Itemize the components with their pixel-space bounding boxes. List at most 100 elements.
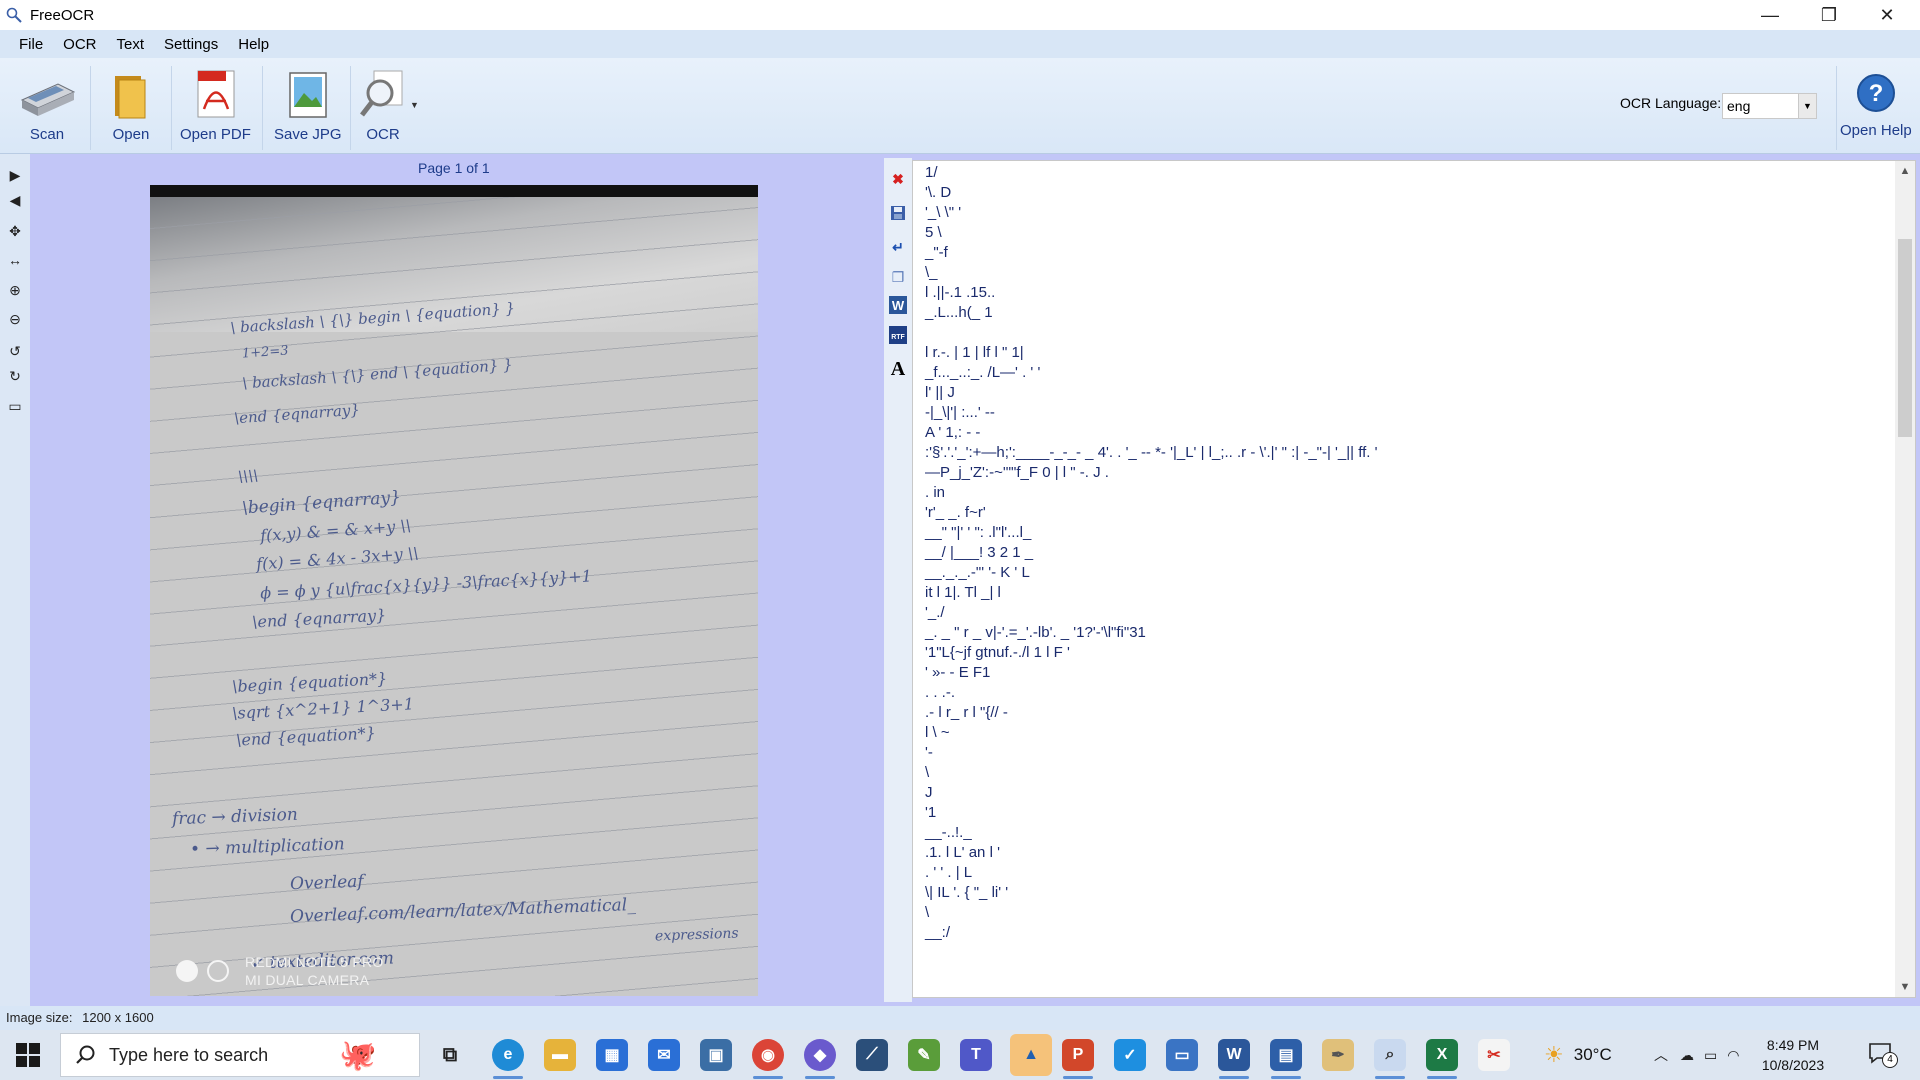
ocr-text-line[interactable]: '- bbox=[925, 743, 1885, 763]
chrome-icon[interactable]: ◉ bbox=[752, 1039, 784, 1071]
ocr-text-line[interactable]: \| IL '. { "_ li' ' bbox=[925, 883, 1885, 903]
menu-text[interactable]: Text bbox=[107, 36, 155, 53]
rtf-export-icon[interactable]: RTF bbox=[887, 324, 909, 346]
ocr-text-line[interactable]: \_ bbox=[925, 263, 1885, 283]
ocr-text-line[interactable]: A ' 1,: - - bbox=[925, 423, 1885, 443]
open-pdf-button[interactable]: Open PDF bbox=[180, 68, 251, 148]
scroll-up-icon[interactable]: ▲ bbox=[1895, 161, 1915, 181]
ocr-text-line[interactable]: __/ |___! 3 2 1 _ bbox=[925, 543, 1885, 563]
copy-icon[interactable]: ❐ bbox=[887, 266, 909, 288]
ocr-text-line[interactable]: 1/ bbox=[925, 163, 1885, 183]
open-help-button[interactable]: ? Open Help bbox=[1840, 66, 1912, 146]
zoom-out-icon[interactable]: ⊖ bbox=[4, 308, 26, 330]
next-page-icon[interactable]: ▶ bbox=[4, 164, 26, 186]
ocr-text-line[interactable]: -|_\|'| :...' -- bbox=[925, 403, 1885, 423]
ocr-text-line[interactable]: _"-f bbox=[925, 243, 1885, 263]
close-window-button[interactable]: ✕ bbox=[1858, 0, 1916, 30]
ocr-text-line[interactable]: _f..._..:_. /L—' . ' ' bbox=[925, 363, 1885, 383]
ocr-text-line[interactable]: . . .-. bbox=[925, 683, 1885, 703]
photos-icon[interactable]: ▲ bbox=[1010, 1034, 1052, 1076]
ocr-text-line[interactable]: it l 1|. Tl _| l bbox=[925, 583, 1885, 603]
freeocr-taskbar-icon[interactable]: ⌕ bbox=[1374, 1039, 1406, 1071]
scrollbar-thumb[interactable] bbox=[1898, 239, 1912, 437]
ocr-text-line[interactable]: J bbox=[925, 783, 1885, 803]
dev-tool-icon[interactable]: ⟋ bbox=[856, 1039, 888, 1071]
scanned-image[interactable]: \ backslash \ {\} begin \ {equation} } 1… bbox=[150, 185, 758, 996]
file-explorer-icon[interactable]: ▬ bbox=[544, 1039, 576, 1071]
pen-app-icon[interactable]: ✒ bbox=[1322, 1039, 1354, 1071]
snipping-tool-icon[interactable]: ✂ bbox=[1478, 1039, 1510, 1071]
mail-icon[interactable]: ✉ bbox=[648, 1039, 680, 1071]
desktop-app-icon[interactable]: ▤ bbox=[1270, 1039, 1302, 1071]
ocr-language-select[interactable]: eng ▼ bbox=[1722, 93, 1817, 119]
menu-help[interactable]: Help bbox=[228, 36, 279, 53]
ocr-text-line[interactable]: '1"L{~jf gtnuf.-./l 1 l F ' bbox=[925, 643, 1885, 663]
enter-return-icon[interactable]: ↵ bbox=[887, 236, 909, 258]
windows-start-icon[interactable] bbox=[16, 1043, 40, 1067]
chat-icon[interactable]: ✓ bbox=[1114, 1039, 1146, 1071]
battery-icon[interactable]: ▭ bbox=[1704, 1047, 1717, 1064]
ocr-text-line[interactable]: \ bbox=[925, 763, 1885, 783]
word-export-icon[interactable]: W bbox=[887, 294, 909, 316]
ocr-text-line[interactable]: '_\ \" ' bbox=[925, 203, 1885, 223]
monitor-app-icon[interactable]: ▭ bbox=[1166, 1039, 1198, 1071]
open-button[interactable]: Open bbox=[102, 68, 160, 148]
ocr-text-line[interactable]: \ bbox=[925, 903, 1885, 923]
ocr-text-line[interactable]: l r.-. | 1 | lf l " 1| bbox=[925, 343, 1885, 363]
fit-width-icon[interactable]: ↔ bbox=[4, 249, 26, 271]
ocr-text-line[interactable]: __" "|' ' ": .l"l'...l_ bbox=[925, 523, 1885, 543]
menu-settings[interactable]: Settings bbox=[154, 36, 228, 53]
menu-ocr[interactable]: OCR bbox=[53, 36, 106, 53]
ocr-text-line[interactable]: . in bbox=[925, 483, 1885, 503]
powerpoint-icon[interactable]: P bbox=[1062, 1039, 1094, 1071]
ocr-text-line[interactable]: 5 \ bbox=[925, 223, 1885, 243]
store-icon[interactable]: ▦ bbox=[596, 1039, 628, 1071]
ocr-text-line[interactable]: '1 bbox=[925, 803, 1885, 823]
ocr-text-line[interactable]: :'§'.'.'_':+—h;':____-_-_- _ 4'. . '_ --… bbox=[925, 443, 1885, 463]
rotate-left-icon[interactable]: ↺ bbox=[4, 340, 26, 362]
save-jpg-button[interactable]: Save JPG bbox=[274, 68, 342, 148]
show-hidden-icons-chevron-up-icon[interactable]: ︿ bbox=[1654, 1045, 1668, 1065]
ocr-text-line[interactable]: ' »- - E F1 bbox=[925, 663, 1885, 683]
ocr-text-line[interactable]: . ' ' . | L bbox=[925, 863, 1885, 883]
ocr-text-line[interactable]: _. _ " r _ v|-'.=_'.-lb'. _ '1?'-'\l"fi"… bbox=[925, 623, 1885, 643]
ocr-text-content[interactable]: 1/'\. D '_\ \" ' 5 \ _"-f \_ l .||-.1 .15.. _.… bbox=[925, 163, 1885, 943]
menu-file[interactable]: File bbox=[0, 36, 53, 53]
save-text-icon[interactable] bbox=[887, 202, 909, 224]
wifi-icon[interactable]: ◠ bbox=[1727, 1047, 1739, 1064]
taskbar-clock[interactable]: 8:49 PM 10/8/2023 bbox=[1748, 1035, 1838, 1075]
font-icon[interactable]: A bbox=[887, 358, 909, 380]
ocr-text-line[interactable]: .1. l L' an l ' bbox=[925, 843, 1885, 863]
select-region-icon[interactable]: ▭ bbox=[4, 395, 26, 417]
cloud-icon[interactable]: ☁ bbox=[1680, 1047, 1694, 1064]
scroll-down-icon[interactable]: ▼ bbox=[1895, 977, 1915, 997]
ocr-text-line[interactable]: __-..!._ bbox=[925, 823, 1885, 843]
edge-icon[interactable]: e bbox=[492, 1039, 524, 1071]
ocr-text-line[interactable]: __._._.-"' '- K ' L bbox=[925, 563, 1885, 583]
teams-icon[interactable]: T bbox=[960, 1039, 992, 1071]
task-view-icon[interactable]: ⧉ bbox=[434, 1039, 466, 1071]
weather-widget[interactable]: ☀ 30°C bbox=[1544, 1030, 1612, 1080]
ocr-text-line[interactable]: '_./ bbox=[925, 603, 1885, 623]
ocr-text-line[interactable]: l .||-.1 .15.. bbox=[925, 283, 1885, 303]
zoom-in-icon[interactable]: ⊕ bbox=[4, 279, 26, 301]
taskbar-search-box[interactable]: Type here to search 🐙 bbox=[60, 1033, 420, 1077]
ocr-text-line[interactable]: l \ ~ bbox=[925, 723, 1885, 743]
excel-icon[interactable]: X bbox=[1426, 1039, 1458, 1071]
ocr-text-line[interactable]: .- l r_ r l "{// - bbox=[925, 703, 1885, 723]
previous-page-icon[interactable]: ◀ bbox=[4, 189, 26, 211]
scan-button[interactable]: Scan bbox=[18, 68, 76, 148]
app-icon[interactable]: ◆ bbox=[804, 1039, 836, 1071]
restore-button[interactable]: ❐ bbox=[1800, 0, 1858, 30]
ocr-text-line[interactable]: 'r'_ _. f~r' bbox=[925, 503, 1885, 523]
pan-move-icon[interactable]: ✥ bbox=[4, 220, 26, 242]
remote-desktop-icon[interactable]: ▣ bbox=[700, 1039, 732, 1071]
vertical-scrollbar[interactable]: ▲ ▼ bbox=[1895, 161, 1915, 997]
ocr-text-area[interactable]: 1/'\. D '_\ \" ' 5 \ _"-f \_ l .||-.1 .15.. _.… bbox=[912, 160, 1916, 998]
ocr-text-line[interactable] bbox=[925, 323, 1885, 343]
paint-icon[interactable]: ✎ bbox=[908, 1039, 940, 1071]
word-icon[interactable]: W bbox=[1218, 1039, 1250, 1071]
ocr-text-line[interactable]: l' || J bbox=[925, 383, 1885, 403]
ocr-button[interactable]: OCR bbox=[354, 68, 412, 148]
ocr-text-line[interactable]: —P_j_'Z':-~'""f_F 0 | l " -. J . bbox=[925, 463, 1885, 483]
